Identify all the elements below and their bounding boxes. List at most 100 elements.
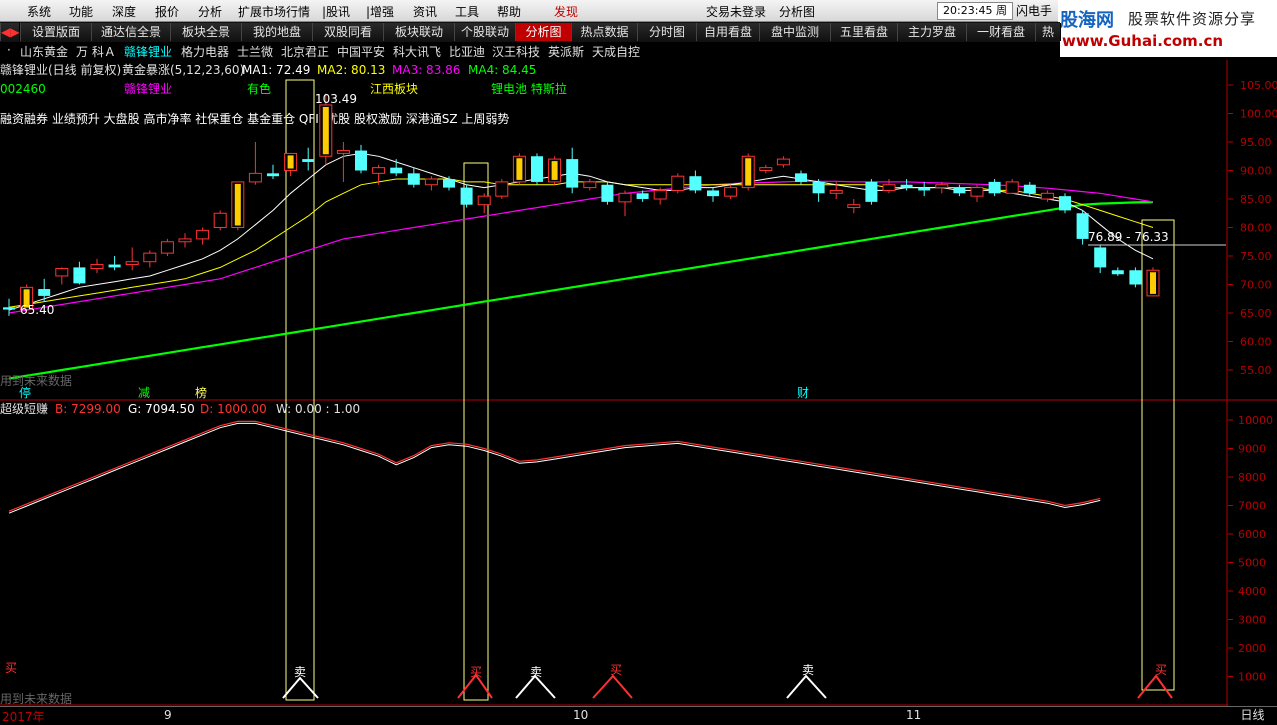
buy-label: 买 <box>1155 663 1167 677</box>
sub-tick-label: 3000 <box>1238 614 1266 627</box>
sub-g-readout: G: 7094.50 <box>128 402 195 416</box>
candle <box>741 153 755 191</box>
candle-body <box>143 252 157 263</box>
menu-tools[interactable]: 工具 <box>455 3 479 20</box>
stock-item[interactable]: 中国平安 <box>337 43 385 60</box>
marker-board: 榜 <box>195 385 207 400</box>
candle-body <box>776 158 790 166</box>
stock-item[interactable]: 科大讯飞 <box>393 43 441 60</box>
ma3-readout: MA3: 83.86 <box>392 63 460 77</box>
stock-item[interactable]: 天成自控 <box>592 43 640 60</box>
candle-body <box>160 241 174 254</box>
flash-trade-button[interactable]: 闪电手 <box>1016 2 1052 19</box>
candle-body <box>970 187 984 197</box>
candle-body <box>390 167 403 174</box>
stock-item[interactable]: 比亚迪 <box>449 43 485 60</box>
menu-depth[interactable]: 深度 <box>112 3 136 20</box>
ma2-readout: MA2: 80.13 <box>317 63 385 77</box>
candle-fill <box>1150 272 1156 294</box>
concept-label: 锂电池 特斯拉 <box>491 81 567 96</box>
sell-label: 卖 <box>530 665 542 679</box>
high-price-label: 103.49 <box>315 92 357 106</box>
candle-body <box>477 195 491 206</box>
candle <box>671 173 685 194</box>
menu-extended-market[interactable]: 扩展市场行情 <box>238 3 310 20</box>
candle-body <box>1059 196 1071 211</box>
stock-tags: 融资融券 业绩预升 大盘股 高市净率 社保重仓 基金重仓 QFII 优股 股权激… <box>0 111 509 126</box>
menu-quote[interactable]: 报价 <box>155 3 179 20</box>
candle-body <box>953 187 966 194</box>
tab-tdx-panorama[interactable]: 通达信全景 <box>91 23 171 41</box>
candle-body <box>1111 270 1124 275</box>
candle-body <box>443 179 455 188</box>
menu-function[interactable]: 功能 <box>69 3 93 20</box>
tab-sector-panorama[interactable]: 板块全景 <box>170 23 242 41</box>
tab-intraday[interactable]: 分时图 <box>637 23 697 41</box>
menu-enhance[interactable]: |增强 <box>366 3 394 20</box>
tab-sector-link[interactable]: 板块联动 <box>383 23 455 41</box>
stock-name-label: 赣锋锂业 <box>124 81 172 96</box>
candle-body <box>724 187 738 197</box>
buy-label: 买 <box>610 663 622 677</box>
price-tick-label: 85.00 <box>1240 193 1272 206</box>
tab-hot-more[interactable]: 热 <box>1035 23 1061 41</box>
kline-chart[interactable]: 赣锋锂业(日线 前复权) 黄金暴涨(5,12,23,60) MA1: 72.49… <box>0 60 1277 706</box>
candle-body <box>1023 184 1036 194</box>
price-tick-label: 100.00 <box>1240 108 1277 121</box>
logo-title: 股海网 <box>1060 10 1114 31</box>
candle <box>512 153 526 185</box>
menu-analysis[interactable]: 分析 <box>198 3 222 20</box>
sub-future-note: 用到未来数据 <box>0 691 72 706</box>
stock-item[interactable]: 格力电器 <box>181 43 229 60</box>
candle-body <box>125 261 139 266</box>
future-data-note: 用到未来数据 <box>0 373 72 388</box>
candle-body <box>248 172 262 183</box>
stock-item[interactable]: 英派斯 <box>548 43 584 60</box>
tab-stock-link[interactable]: 个股联动 <box>454 23 516 41</box>
candle-body <box>407 173 420 185</box>
candle-fill <box>234 183 241 226</box>
period-daily-tab[interactable]: 日线 <box>1228 706 1277 724</box>
candle-body <box>1129 270 1142 285</box>
tab-hot-data[interactable]: 热点数据 <box>571 23 638 41</box>
stock-item[interactable]: 万 科Ａ <box>76 43 116 60</box>
tab-main-compass[interactable]: 主力罗盘 <box>897 23 967 41</box>
tab-dual-stock[interactable]: 双股同看 <box>312 23 384 41</box>
candle-body <box>336 150 350 154</box>
tab-yicai-watch[interactable]: 一财看盘 <box>966 23 1036 41</box>
stock-item-active[interactable]: 赣锋锂业 <box>124 43 172 60</box>
stock-item[interactable]: 士兰微 <box>237 43 273 60</box>
tab-intraday-monitor[interactable]: 盘中监测 <box>759 23 831 41</box>
candle-body <box>829 189 843 194</box>
tab-five-watch[interactable]: 五里看盘 <box>830 23 898 41</box>
candle-body <box>601 184 614 202</box>
candle-body <box>196 229 210 240</box>
menu-system[interactable]: 系统 <box>27 3 51 20</box>
stock-item[interactable]: 北京君正 <box>281 43 329 60</box>
candle-body <box>618 192 632 203</box>
date-label-month: 9 <box>164 708 172 722</box>
candle-fill <box>551 161 558 180</box>
menu-info[interactable]: 资讯 <box>413 3 437 20</box>
tab-layout-settings[interactable]: 设置版面 <box>20 23 92 41</box>
logo-subtitle: 股票软件资源分享 <box>1128 10 1257 28</box>
candle <box>548 156 562 185</box>
candle <box>531 153 543 185</box>
menu-discover[interactable]: 发现 <box>554 3 578 20</box>
candle <box>460 184 473 208</box>
candle-body <box>1005 181 1019 194</box>
menu-news[interactable]: |股讯 <box>322 3 350 20</box>
candle-body <box>759 167 773 172</box>
stock-item[interactable]: 汉王科技 <box>492 43 540 60</box>
tab-nav-left[interactable]: ◀▶ <box>0 23 20 41</box>
candle <box>160 238 174 256</box>
sub-tick-label: 9000 <box>1238 443 1266 456</box>
tab-analysis-chart[interactable]: 分析图 <box>515 23 572 41</box>
tab-my-watch[interactable]: 自用看盘 <box>696 23 760 41</box>
tab-my-area[interactable]: 我的地盘 <box>241 23 313 41</box>
menu-help[interactable]: 帮助 <box>497 3 521 20</box>
trade-login-status[interactable]: 交易未登录 <box>706 3 766 20</box>
sub-tick-label: 5000 <box>1238 557 1266 570</box>
candle <box>1129 267 1142 288</box>
stock-item[interactable]: 山东黄金 <box>20 43 68 60</box>
